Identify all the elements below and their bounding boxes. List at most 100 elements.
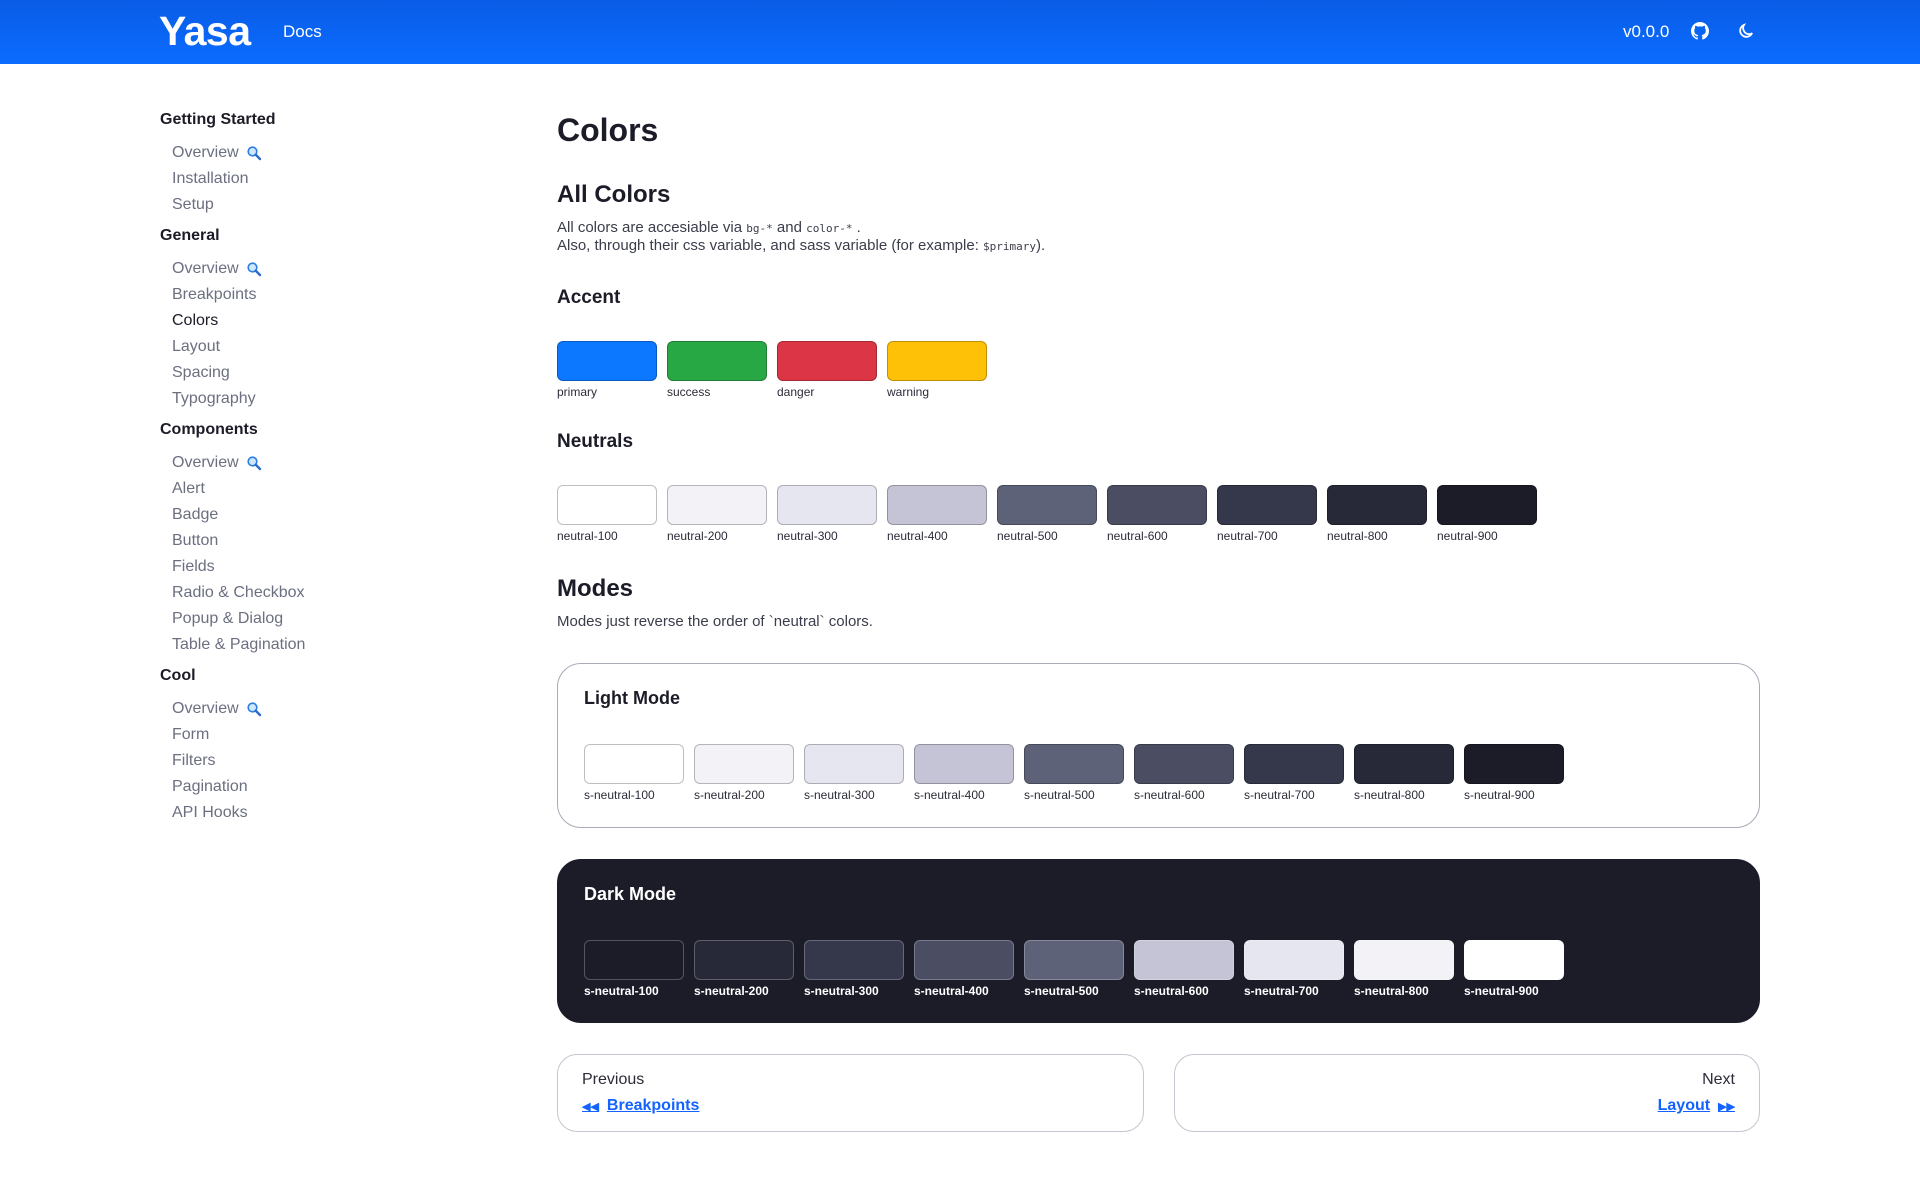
previous-page-link[interactable]: ◀◀ Breakpoints [582, 1097, 699, 1115]
previous-page-card[interactable]: Previous ◀◀ Breakpoints [557, 1054, 1144, 1132]
code-bg: bg-* [746, 222, 773, 235]
color-swatch-label: neutral-200 [667, 529, 728, 543]
site-logo[interactable]: Yasa [159, 8, 251, 55]
magnifier-icon [246, 145, 262, 161]
sidebar-item-overview[interactable]: Overview [160, 140, 460, 166]
sidebar-item-label: Popup & Dialog [172, 610, 284, 627]
next-page-card[interactable]: Next Layout ▶▶ [1174, 1054, 1760, 1132]
sidebar-item-badge[interactable]: Badge [160, 502, 460, 528]
light-mode-card: Light Mode s-neutral-100 s-neutral-200 s-n… [557, 663, 1760, 828]
neutrals-heading: Neutrals [557, 431, 634, 452]
color-swatch-label: neutral-300 [777, 529, 838, 543]
magnifier-icon [246, 455, 262, 471]
next-label: Next [1702, 1071, 1735, 1088]
color-chip [694, 744, 794, 784]
color-chip [1217, 485, 1317, 525]
color-swatch-label: s-neutral-700 [1244, 788, 1315, 802]
sidebar-item-overview[interactable]: Overview [160, 450, 460, 476]
sidebar-item-layout[interactable]: Layout [160, 334, 460, 360]
color-swatch-label: warning [887, 385, 930, 399]
sidebar-item-overview[interactable]: Overview [160, 696, 460, 722]
sidebar-item-label: Radio & Checkbox [172, 584, 305, 601]
sidebar-item-setup[interactable]: Setup [160, 192, 460, 218]
sidebar-item-filters[interactable]: Filters [160, 748, 460, 774]
sidebar-item-spacing[interactable]: Spacing [160, 360, 460, 386]
page-title: Colors [557, 112, 659, 148]
color-chip [1464, 940, 1564, 980]
color-swatch: neutral-500 [997, 485, 1097, 543]
magnifier-icon [246, 701, 262, 717]
moon-icon[interactable] [1737, 22, 1755, 40]
modes-description: Modes just reverse the order of `neutral… [557, 613, 873, 630]
sidebar-item-pagination[interactable]: Pagination [160, 774, 460, 800]
color-chip [777, 341, 877, 381]
sidebar-item-popup-dialog[interactable]: Popup & Dialog [160, 606, 460, 632]
color-swatch: s-neutral-500 [1024, 744, 1124, 802]
sidebar-item-label: Filters [172, 752, 216, 769]
color-chip [887, 341, 987, 381]
sidebar-item-radio-checkbox[interactable]: Radio & Checkbox [160, 580, 460, 606]
modes-heading: Modes [557, 575, 634, 602]
color-swatch-label: success [667, 385, 711, 399]
sidebar-item-label: Pagination [172, 778, 248, 795]
sidebar-item-label: Typography [172, 390, 256, 407]
sidebar-item-fields[interactable]: Fields [160, 554, 460, 580]
sidebar-item-label: Setup [172, 196, 214, 213]
sidebar-item-label: Badge [172, 506, 219, 523]
color-swatch-label: s-neutral-200 [694, 788, 765, 802]
sidebar-item-alert[interactable]: Alert [160, 476, 460, 502]
color-swatch: s-neutral-200 [694, 940, 794, 998]
color-swatch: neutral-300 [777, 485, 877, 543]
color-swatch-label: s-neutral-500 [1024, 788, 1095, 802]
sidebar-item-label: Overview [172, 454, 239, 471]
sidebar-group: General Overview Breakpoints Colors Layout Sp… [160, 224, 460, 412]
sidebar-group-title: Cool [160, 667, 196, 684]
neutral-swatch-row: neutral-100 neutral-200 neutral-300 neutral… [557, 485, 1537, 543]
sidebar-item-form[interactable]: Form [160, 722, 460, 748]
color-swatch-label: s-neutral-900 [1464, 788, 1535, 802]
all-colors-heading: All Colors [557, 181, 671, 208]
color-chip [584, 940, 684, 980]
color-swatch: neutral-200 [667, 485, 767, 543]
color-chip [694, 940, 794, 980]
sidebar-item-label: Layout [172, 338, 221, 355]
color-swatch-label: s-neutral-900 [1464, 984, 1539, 998]
color-chip [804, 940, 904, 980]
color-swatch-label: primary [557, 385, 598, 399]
next-page-link[interactable]: Layout ▶▶ [1658, 1097, 1735, 1115]
color-chip [1437, 485, 1537, 525]
sidebar-item-api-hooks[interactable]: API Hooks [160, 800, 460, 826]
sidebar-item-colors[interactable]: Colors [160, 308, 460, 334]
color-swatch: primary [557, 341, 657, 399]
sidebar-item-breakpoints[interactable]: Breakpoints [160, 282, 460, 308]
color-swatch-label: s-neutral-300 [804, 788, 875, 802]
nav-docs-link[interactable]: Docs [283, 22, 322, 42]
sidebar-group-title: General [160, 227, 220, 244]
color-chip [1464, 744, 1564, 784]
color-swatch: neutral-800 [1327, 485, 1427, 543]
sidebar-item-label: Spacing [172, 364, 230, 381]
color-swatch-label: neutral-100 [557, 529, 618, 543]
color-swatch: s-neutral-100 [584, 940, 684, 998]
sidebar-item-installation[interactable]: Installation [160, 166, 460, 192]
sidebar-item-typography[interactable]: Typography [160, 386, 460, 412]
github-icon[interactable] [1691, 22, 1709, 40]
sidebar-item-button[interactable]: Button [160, 528, 460, 554]
previous-label: Previous [582, 1071, 645, 1088]
magnifier-icon [246, 261, 262, 277]
color-swatch: neutral-400 [887, 485, 987, 543]
sidebar-item-label: Form [172, 726, 210, 743]
color-chip [804, 744, 904, 784]
sidebar-item-label: Alert [172, 480, 205, 497]
color-chip [997, 485, 1097, 525]
light-mode-swatch-row: s-neutral-100 s-neutral-200 s-neutral-300 s… [584, 744, 1564, 802]
text-fragment: and [772, 219, 807, 236]
accent-swatch-row: primary success danger warning [557, 341, 987, 399]
color-swatch-label: s-neutral-800 [1354, 788, 1425, 802]
double-chevron-left-icon: ◀◀ [582, 1100, 599, 1113]
color-swatch: s-neutral-600 [1134, 940, 1234, 998]
color-swatch: neutral-700 [1217, 485, 1317, 543]
sidebar-item-table-pagination[interactable]: Table & Pagination [160, 632, 460, 658]
sidebar-item-overview[interactable]: Overview [160, 256, 460, 282]
color-swatch: s-neutral-700 [1244, 744, 1344, 802]
